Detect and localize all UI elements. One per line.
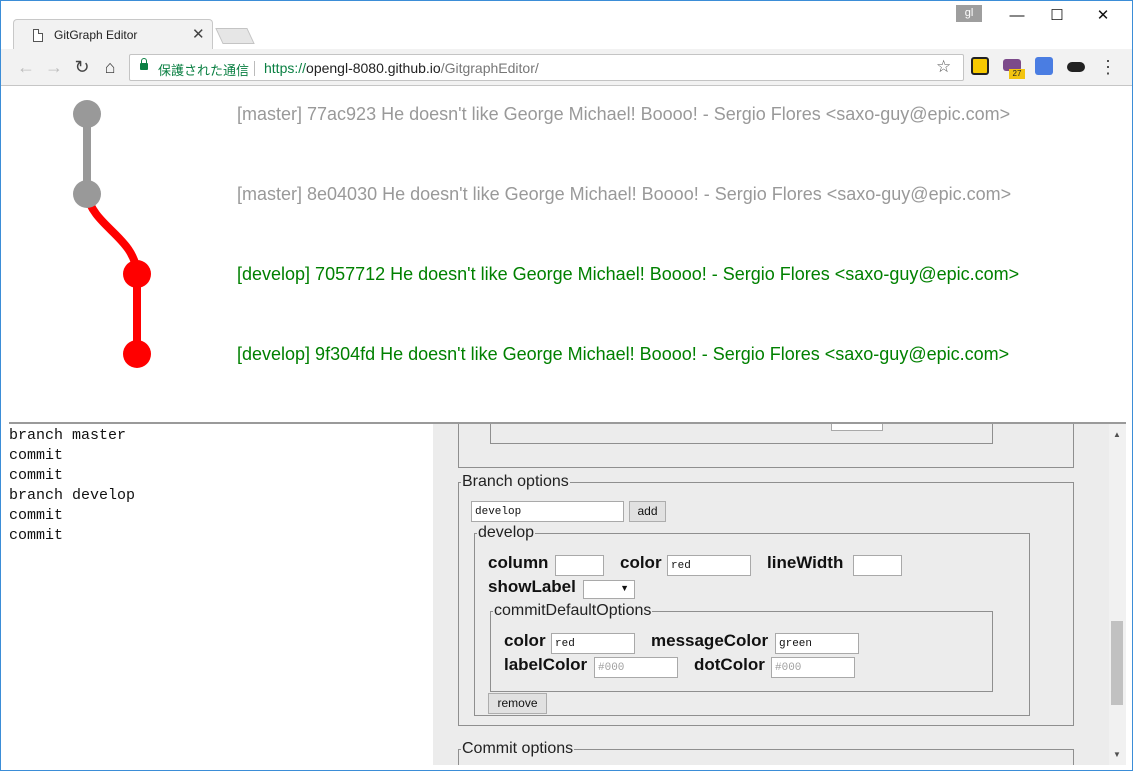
code-line: commit: [9, 527, 64, 544]
label-color-label: labelColor: [504, 655, 588, 674]
dot-color-label: dotColor: [694, 655, 765, 674]
branch-color-input[interactable]: red: [667, 555, 751, 576]
previous-subsection-frame: [490, 424, 993, 444]
commit-color-label: color: [504, 631, 546, 650]
page-icon: [33, 29, 43, 42]
reload-icon[interactable]: ↻: [71, 56, 93, 78]
show-label-label: showLabel: [488, 577, 576, 596]
home-icon[interactable]: ⌂: [99, 56, 121, 78]
new-tab-button[interactable]: [215, 28, 255, 44]
show-label-select[interactable]: ▼: [583, 580, 635, 599]
address-bar[interactable]: 保護された通信 https://opengl-8080.github.io/Gi…: [129, 54, 964, 81]
profile-badge[interactable]: gl: [956, 5, 982, 22]
url-path: /GitgraphEditor/: [440, 60, 539, 76]
close-window-button[interactable]: ✕: [1081, 5, 1125, 27]
code-line: branch master: [9, 427, 127, 444]
bookmark-star-icon[interactable]: ☆: [936, 57, 951, 77]
commit-dot-9f304fd[interactable]: [123, 340, 151, 368]
scroll-down-arrow-icon[interactable]: ▼: [1113, 750, 1121, 759]
browser-tab[interactable]: GitGraph Editor ✕: [13, 19, 213, 49]
lock-icon: [140, 58, 148, 70]
commit-options-section: Commit options: [458, 740, 1074, 765]
commit-message[interactable]: [develop] 7057712 He doesn't like George…: [237, 264, 1019, 285]
forward-arrow-icon[interactable]: →: [43, 56, 65, 78]
maximize-button[interactable]: ☐: [1035, 5, 1079, 27]
message-color-label: messageColor: [651, 631, 769, 650]
develop-branch-curve: [83, 192, 141, 275]
url-host: opengl-8080.github.io: [306, 60, 441, 76]
extension-mask-icon[interactable]: [1067, 62, 1085, 72]
commit-dot-7057712[interactable]: [123, 260, 151, 288]
commit-dot-8e04030[interactable]: [73, 180, 101, 208]
commit-message[interactable]: [master] 77ac923 He doesn't like George …: [237, 104, 1010, 125]
security-label[interactable]: 保護された通信: [158, 60, 249, 79]
label-color-input[interactable]: #000: [594, 657, 678, 678]
line-width-input[interactable]: [853, 555, 902, 576]
code-line: commit: [9, 467, 64, 484]
url-scheme: https://: [264, 60, 307, 76]
bottom-panel: branch master commit commit branch devel…: [9, 422, 1126, 765]
back-arrow-icon[interactable]: ←: [15, 56, 37, 78]
chevron-down-icon: ▼: [620, 583, 629, 593]
tab-title: GitGraph Editor: [54, 28, 138, 42]
branch-options-legend: Branch options: [462, 473, 569, 490]
title-bar: GitGraph Editor ✕ gl — ☐ ✕: [1, 1, 1132, 49]
code-line: commit: [9, 507, 64, 524]
url-text[interactable]: https://opengl-8080.github.io/GitgraphEd…: [264, 60, 539, 76]
options-scrollbar[interactable]: ▲ ▼: [1109, 424, 1126, 765]
browser-window: GitGraph Editor ✕ gl — ☐ ✕ ← → ↻ ⌂ 保護された…: [0, 0, 1133, 771]
new-branch-input[interactable]: develop: [471, 501, 624, 522]
line-width-label: lineWidth: [767, 553, 844, 572]
dot-color-input[interactable]: #000: [771, 657, 855, 678]
add-branch-button[interactable]: add: [629, 501, 666, 522]
menu-dots-icon[interactable]: ⋮: [1099, 54, 1117, 80]
extension-badge: 27: [1009, 69, 1025, 79]
scrollbar-thumb[interactable]: [1111, 621, 1123, 705]
code-line: branch develop: [9, 487, 136, 504]
minimize-button[interactable]: —: [995, 5, 1039, 27]
commit-color-input[interactable]: red: [551, 633, 635, 654]
git-graph: [master] 77ac923 He doesn't like George …: [9, 87, 1126, 422]
branch-name-legend: develop: [478, 524, 535, 541]
options-panel: Branch options develop add develop colum…: [433, 424, 1126, 765]
commit-dot-77ac923[interactable]: [73, 100, 101, 128]
browser-toolbar: ← → ↻ ⌂ 保護された通信 https://opengl-8080.gith…: [1, 49, 1132, 86]
divider: [254, 61, 255, 76]
commit-options-legend: Commit options: [462, 740, 574, 757]
color-label: color: [620, 553, 662, 572]
previous-field[interactable]: [831, 424, 883, 431]
extension-calendar-icon[interactable]: 27: [1003, 59, 1025, 79]
commit-default-options-legend: commitDefaultOptions: [494, 602, 652, 619]
message-color-input[interactable]: green: [775, 633, 859, 654]
column-label: column: [488, 553, 549, 572]
graph-canvas: [73, 100, 151, 368]
translate-icon[interactable]: [1035, 57, 1053, 75]
scroll-up-arrow-icon[interactable]: ▲: [1113, 430, 1121, 439]
commit-message[interactable]: [develop] 9f304fd He doesn't like George…: [237, 344, 1009, 365]
script-editor[interactable]: branch master commit commit branch devel…: [9, 426, 433, 765]
remove-branch-button[interactable]: remove: [488, 693, 547, 714]
tab-close-icon[interactable]: ✕: [192, 25, 205, 43]
column-input[interactable]: [555, 555, 604, 576]
extension-check-icon[interactable]: [971, 57, 989, 75]
commit-message[interactable]: [master] 8e04030 He doesn't like George …: [237, 184, 1011, 205]
code-line: commit: [9, 447, 64, 464]
